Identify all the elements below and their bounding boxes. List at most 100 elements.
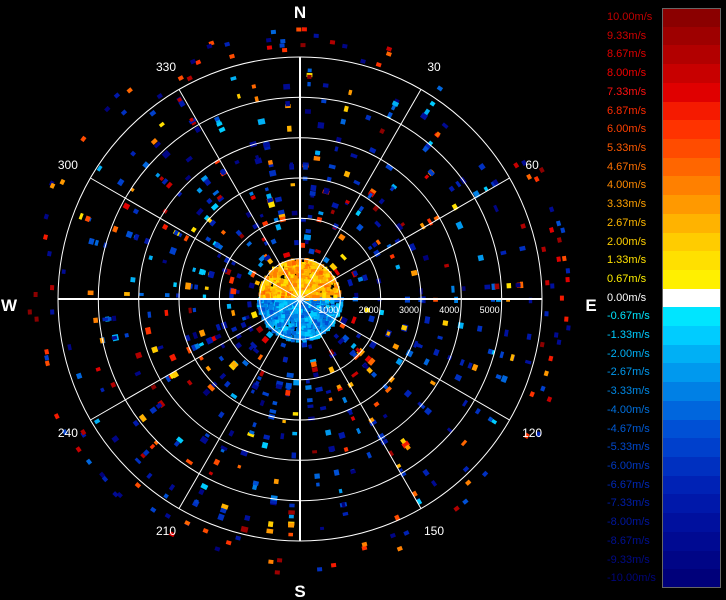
velocity-cell (560, 227, 566, 234)
velocity-cell (259, 399, 265, 407)
legend-swatch (663, 251, 721, 271)
velocity-cell (330, 562, 337, 568)
velocity-cell (134, 370, 142, 377)
legend-swatch (663, 8, 721, 28)
velocity-cell (339, 253, 347, 261)
velocity-cell (304, 109, 311, 114)
velocity-cell (533, 175, 540, 183)
legend-entry: 8.67m/s (605, 45, 723, 65)
legend-label: 9.33m/s (607, 29, 647, 42)
legend-entry: 8.00m/s (605, 64, 723, 84)
velocity-cell (183, 235, 190, 242)
velocity-cell (455, 221, 464, 230)
velocity-cell (292, 431, 298, 436)
velocity-cell (213, 458, 221, 466)
legend-entry: 6.87m/s (605, 101, 723, 121)
velocity-cell (85, 458, 93, 466)
legend-entry: -8.67m/s (605, 531, 723, 552)
legend-label: -4.67m/s (607, 422, 650, 435)
velocity-cell (110, 381, 117, 388)
velocity-cell (292, 412, 299, 416)
velocity-cell (388, 375, 395, 383)
velocity-cell (307, 404, 314, 409)
velocity-cell (184, 520, 191, 526)
velocity-cell (526, 173, 533, 181)
velocity-cell (541, 246, 547, 253)
velocity-cell (429, 100, 436, 107)
legend-swatch (663, 363, 721, 383)
velocity-cell (264, 187, 269, 192)
legend-label: -8.67m/s (607, 534, 650, 547)
velocity-cell (309, 190, 316, 197)
velocity-cell (293, 283, 297, 288)
velocity-cell (548, 206, 555, 213)
velocity-cell (314, 248, 322, 254)
velocity-cell (379, 128, 385, 135)
velocity-cell (285, 100, 291, 107)
velocity-cell (164, 293, 170, 298)
range-label: 3000 (399, 305, 419, 315)
velocity-cell (117, 178, 125, 187)
velocity-cell (228, 429, 235, 437)
velocity-cell (307, 323, 312, 328)
velocity-cell (312, 312, 317, 317)
velocity-cell (322, 83, 329, 88)
velocity-cell (318, 275, 322, 280)
velocity-cell (356, 427, 362, 435)
velocity-cell (271, 288, 276, 293)
velocity-cell (88, 237, 95, 245)
velocity-cell (294, 239, 299, 246)
velocity-cell (306, 289, 311, 294)
velocity-cell (122, 202, 131, 210)
velocity-cell (280, 342, 287, 348)
velocity-cell (283, 83, 291, 90)
velocity-cell (27, 309, 32, 315)
velocity-cell (495, 373, 502, 380)
velocity-cell (289, 503, 295, 508)
velocity-cell (315, 386, 323, 393)
velocity-cell (330, 291, 335, 296)
velocity-cell (244, 514, 251, 522)
radial-spoke (178, 89, 301, 300)
velocity-cell (124, 332, 129, 338)
velocity-cell (338, 488, 343, 494)
velocity-cell (281, 47, 288, 53)
velocity-cell (461, 399, 469, 407)
velocity-cell (34, 316, 39, 322)
velocity-cell (539, 341, 545, 348)
velocity-cell (206, 197, 213, 205)
legend-entry: 1.33m/s (605, 251, 723, 271)
velocity-cell (285, 382, 293, 390)
velocity-cell (285, 286, 290, 291)
legend-entry: 2.00m/s (605, 232, 723, 252)
velocity-cell (163, 493, 169, 499)
velocity-cell (317, 122, 325, 129)
velocity-cell (410, 269, 418, 277)
legend-entry: 5.33m/s (605, 138, 723, 159)
compass-east-label: E (585, 296, 596, 315)
velocity-cell (286, 330, 291, 335)
velocity-cell (462, 286, 466, 291)
velocity-cell (173, 282, 177, 288)
velocity-cell (112, 225, 119, 233)
velocity-cell (328, 397, 333, 402)
velocity-cell (368, 147, 377, 154)
velocity-cell (526, 333, 532, 340)
range-label: 5000 (480, 305, 500, 315)
legend-label: 2.00m/s (607, 235, 647, 248)
velocity-cell (164, 309, 169, 316)
velocity-cell (334, 146, 339, 152)
velocity-cell (208, 471, 214, 476)
velocity-cell (303, 164, 309, 170)
legend-swatch (663, 344, 721, 364)
velocity-cell (218, 355, 225, 362)
velocity-cell (286, 372, 294, 379)
compass-south-label: S (294, 582, 305, 600)
velocity-cell (493, 204, 499, 213)
velocity-cell (301, 274, 306, 279)
velocity-cell (267, 159, 274, 166)
velocity-cell (159, 176, 165, 182)
velocity-cell (348, 89, 353, 96)
velocity-cell (165, 181, 173, 189)
velocity-cell (218, 126, 226, 133)
